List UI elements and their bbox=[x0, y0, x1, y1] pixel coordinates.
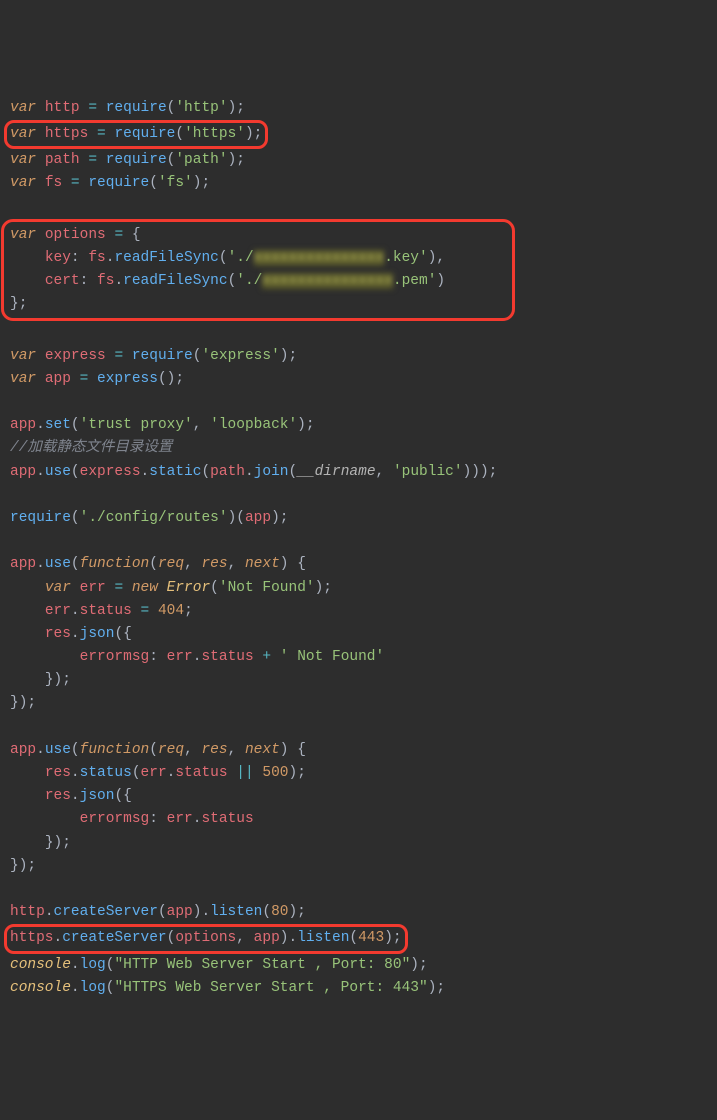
code-line: var express = require('express'); bbox=[10, 348, 297, 364]
code-line: errormsg: err.status bbox=[10, 811, 254, 827]
code-line: }); bbox=[10, 672, 71, 688]
comment: //加载静态文件目录设置 bbox=[10, 440, 172, 456]
code-line: app.use(function(req, res, next) { bbox=[10, 556, 306, 572]
code-line: var err = new Error('Not Found'); bbox=[10, 580, 332, 596]
code-line: console.log("HTTP Web Server Start , Por… bbox=[10, 957, 428, 973]
code-line: var fs = require('fs'); bbox=[10, 175, 210, 191]
code-line: app.set('trust proxy', 'loopback'); bbox=[10, 417, 315, 433]
code-line: }); bbox=[10, 858, 36, 874]
code-line: var http = require('http'); bbox=[10, 100, 245, 116]
code-line: res.json({ bbox=[10, 626, 132, 642]
code-line: console.log("HTTPS Web Server Start , Po… bbox=[10, 980, 445, 996]
code-line: app.use(function(req, res, next) { bbox=[10, 742, 306, 758]
code-line: app.use(express.static(path.join(__dirna… bbox=[10, 464, 497, 480]
code-line: var app = express(); bbox=[10, 371, 184, 387]
code-line: err.status = 404; bbox=[10, 603, 193, 619]
code-block: var http = require('http'); var https = … bbox=[10, 97, 707, 1000]
code-line: res.status(err.status || 500); bbox=[10, 765, 306, 781]
highlight-box-1: var https = require('https'); bbox=[4, 120, 268, 149]
code-line: errormsg: err.status + ' Not Found' bbox=[10, 649, 384, 665]
code-line: http.createServer(app).listen(80); bbox=[10, 904, 306, 920]
code-line: require('./config/routes')(app); bbox=[10, 510, 288, 526]
highlight-box-2: var options = { key: fs.readFileSync('./… bbox=[1, 219, 515, 322]
obscured-filename: xxxxxxxxxxxxxxx bbox=[254, 250, 385, 266]
code-line: }); bbox=[10, 695, 36, 711]
code-line: var path = require('path'); bbox=[10, 152, 245, 168]
obscured-filename: xxxxxxxxxxxxxxx bbox=[262, 273, 393, 289]
code-line: }); bbox=[10, 835, 71, 851]
highlight-box-3: https.createServer(options, app).listen(… bbox=[4, 924, 408, 953]
code-line: res.json({ bbox=[10, 788, 132, 804]
